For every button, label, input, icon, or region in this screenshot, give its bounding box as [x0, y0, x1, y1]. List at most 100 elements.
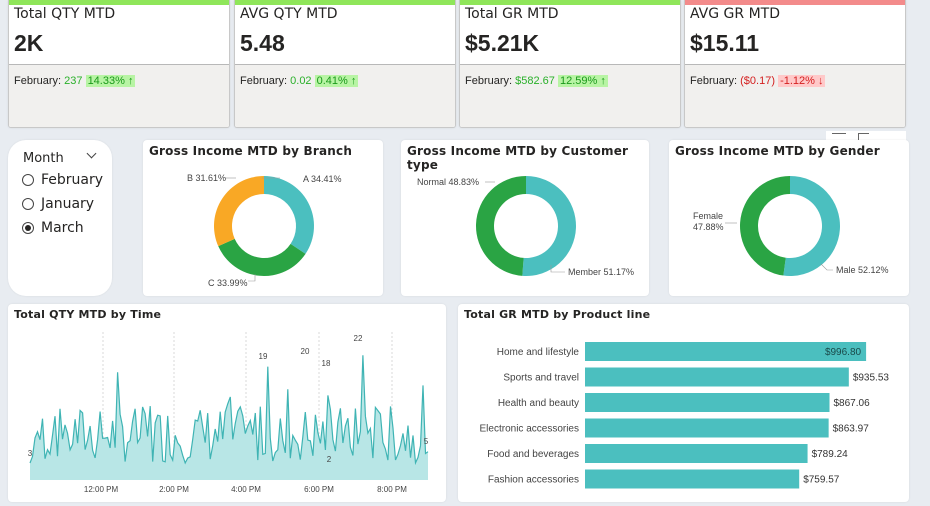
- line-chart-card: Total QTY MTD by Time 12:00 PM 2:00 PM 4…: [8, 304, 446, 502]
- donut-slices: [214, 176, 314, 276]
- x-axis-labels: 12:00 PM 2:00 PM 4:00 PM 6:00 PM 8:00 PM: [84, 485, 407, 494]
- data-label: $996.80: [825, 347, 862, 358]
- kpi-footer: February: 0.02 0.41% ↑: [235, 64, 455, 127]
- data-label: 3: [28, 449, 33, 458]
- kpi-footer: February: ($0.17) -1.12% ↓: [685, 64, 905, 127]
- kpi-footer: February: 237 14.33% ↑: [9, 64, 229, 127]
- area-chart-time: 12:00 PM 2:00 PM 4:00 PM 6:00 PM 8:00 PM…: [28, 332, 429, 494]
- slice-label-normal: Normal 48.83%: [417, 177, 480, 187]
- x-tick-label: 4:00 PM: [231, 485, 261, 494]
- radio-label: January: [41, 196, 95, 212]
- slice-label-male: Male 52.12%: [836, 265, 889, 275]
- data-label: 22: [354, 334, 363, 343]
- chevron-down-icon[interactable]: [86, 148, 97, 159]
- arrow-up-icon: ↑: [127, 75, 134, 87]
- category-label: Sports and travel: [503, 373, 579, 384]
- kpi-delta: 0.02: [290, 75, 312, 87]
- bar[interactable]: [585, 444, 808, 463]
- kpi-title: AVG QTY MTD: [240, 6, 338, 22]
- x-tick-label: 8:00 PM: [377, 485, 407, 494]
- area-fill: [30, 355, 428, 480]
- bar-chart-product-line: Home and lifestyle $996.80 Sports and trav…: [480, 342, 890, 489]
- radio-label: February: [41, 172, 104, 188]
- category-label: Fashion accessories: [488, 475, 579, 486]
- bar[interactable]: [585, 418, 829, 438]
- data-label: 2: [327, 455, 332, 464]
- donut-slices: [739, 176, 840, 276]
- kpi-accent-bar: [9, 0, 229, 5]
- kpi-pct: -1.12%: [780, 75, 815, 87]
- data-label: 5: [424, 437, 429, 446]
- data-label: $759.57: [803, 475, 840, 486]
- data-label: $789.24: [812, 449, 849, 460]
- radio-button-selected[interactable]: [22, 222, 34, 234]
- x-tick-label: 6:00 PM: [304, 485, 334, 494]
- arrow-up-icon: ↑: [350, 75, 357, 87]
- kpi-value: $5.21K: [465, 30, 540, 56]
- bar[interactable]: [585, 469, 800, 489]
- arrow-up-icon: ↑: [600, 75, 606, 87]
- kpi-title: Total QTY MTD: [14, 6, 116, 22]
- data-label: $935.53: [853, 373, 890, 384]
- kpi-pct: 12.59%: [559, 75, 598, 87]
- kpi-card-avg-qty: AVG QTY MTD 5.48 February: 0.02 0.41% ↑: [234, 0, 456, 128]
- kpi-month: February:: [14, 75, 62, 87]
- kpi-accent-bar: [235, 0, 455, 5]
- radio-label: March: [41, 220, 84, 236]
- kpi-value: 2K: [14, 30, 44, 56]
- bar[interactable]: [585, 342, 867, 361]
- kpi-delta: 237: [64, 75, 83, 87]
- month-slicer: Month February January March: [8, 140, 112, 296]
- radio-option-january[interactable]: January: [22, 196, 94, 212]
- kpi-pct: 0.41%: [316, 75, 348, 87]
- x-tick-label: 2:00 PM: [159, 485, 189, 494]
- kpi-footer: February: $582.67 12.59% ↑: [460, 64, 680, 127]
- category-label: Food and beverages: [487, 449, 579, 460]
- filter-icon[interactable]: [832, 133, 846, 136]
- data-label: 20: [301, 347, 310, 356]
- kpi-delta: $582.67: [515, 75, 555, 87]
- donut-chart-branch: [214, 176, 314, 282]
- donut-slice[interactable]: [475, 176, 526, 276]
- kpi-value: 5.48: [240, 30, 285, 56]
- kpi-title: Total GR MTD: [465, 6, 559, 22]
- kpi-accent-bar: [685, 0, 905, 5]
- radio-option-march[interactable]: March: [22, 220, 84, 236]
- slice-label-female: Female 47.88%: [693, 211, 724, 232]
- slice-label-a: A 34.41%: [303, 174, 342, 184]
- kpi-value: $15.11: [690, 30, 760, 56]
- x-tick-label: 12:00 PM: [84, 485, 119, 494]
- data-label: $863.97: [833, 424, 870, 435]
- category-label: Health and beauty: [498, 398, 579, 409]
- slice-label-member: Member 51.17%: [568, 267, 635, 277]
- bar-chart-card: Total GR MTD by Product line Home and li…: [458, 304, 909, 502]
- kpi-accent-bar: [460, 0, 680, 5]
- slicer-title: Month: [23, 151, 64, 166]
- kpi-card-avg-gr: AVG GR MTD $15.11 February: ($0.17) -1.1…: [684, 0, 906, 128]
- category-label: Electronic accessories: [480, 424, 579, 435]
- kpi-card-total-gr: Total GR MTD $5.21K February: $582.67 12…: [459, 0, 681, 128]
- donut-slice[interactable]: [522, 176, 576, 276]
- kpi-month: February:: [690, 75, 738, 87]
- bar[interactable]: [585, 367, 849, 387]
- radio-button[interactable]: [22, 198, 34, 210]
- donut-slice[interactable]: [739, 176, 790, 276]
- donut-card-gender: Gross Income MTD by Gender Female 47.88%…: [669, 140, 909, 296]
- donut-slice[interactable]: [264, 176, 314, 254]
- category-label: Home and lifestyle: [497, 347, 580, 358]
- kpi-title: AVG GR MTD: [690, 6, 780, 22]
- donut-slice[interactable]: [783, 176, 840, 276]
- kpi-month: February:: [465, 75, 513, 87]
- radio-button[interactable]: [22, 174, 34, 186]
- data-label: $867.06: [834, 398, 871, 409]
- kpi-delta: ($0.17): [740, 75, 775, 87]
- donut-card-branch: Gross Income MTD by Branch B 31.61% A 34…: [143, 140, 383, 296]
- kpi-pct: 14.33%: [87, 75, 125, 87]
- donut-slice[interactable]: [214, 176, 264, 247]
- data-label: 19: [259, 352, 268, 361]
- slice-label-b: B 31.61%: [187, 173, 227, 183]
- bar[interactable]: [585, 393, 830, 412]
- radio-option-february[interactable]: February: [22, 172, 103, 188]
- kpi-month: February:: [240, 75, 288, 87]
- arrow-down-icon: ↓: [817, 75, 824, 87]
